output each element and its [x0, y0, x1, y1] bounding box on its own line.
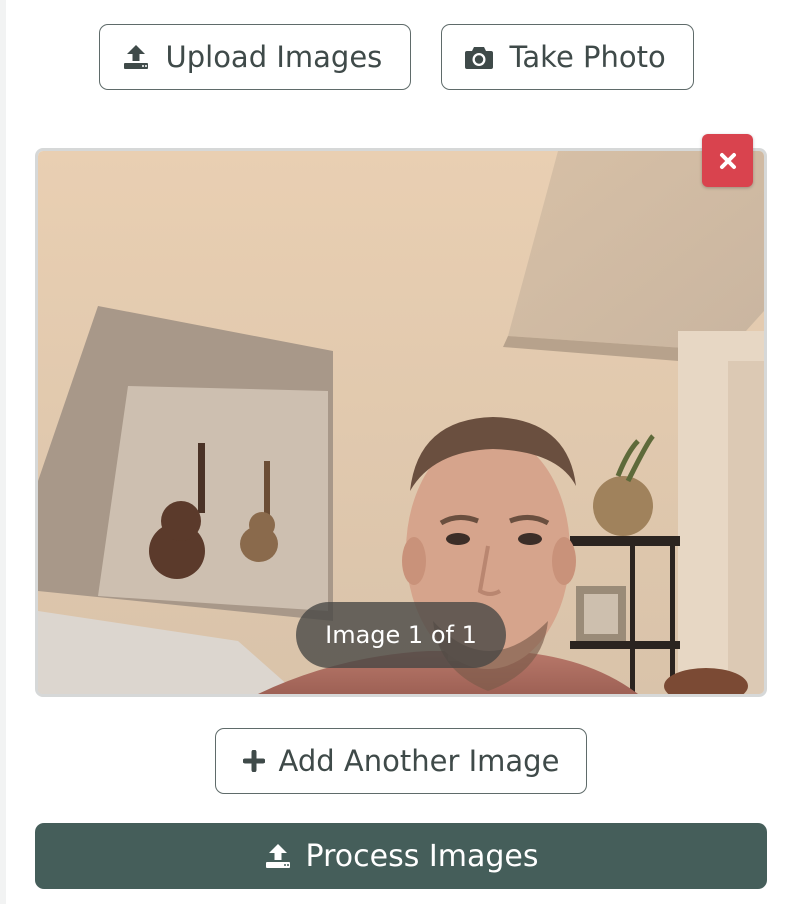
take-photo-button[interactable]: Take Photo [440, 24, 694, 90]
take-photo-label: Take Photo [509, 40, 666, 74]
image-counter-text: Image 1 of 1 [325, 621, 477, 649]
upload-images-label: Upload Images [165, 40, 383, 74]
upload-icon [264, 843, 292, 869]
plus-icon [242, 750, 265, 772]
process-images-button[interactable]: Process Images [35, 823, 767, 889]
image-counter: Image 1 of 1 [296, 602, 506, 668]
add-another-image-label: Add Another Image [278, 744, 560, 778]
page: Upload Images Take Photo Image 1 of 1 Ad… [0, 0, 792, 904]
upload-images-button[interactable]: Upload Images [98, 24, 411, 90]
add-another-image-button[interactable]: Add Another Image [215, 728, 587, 794]
top-toolbar: Upload Images Take Photo [0, 24, 792, 90]
camera-icon [464, 44, 494, 70]
upload-icon [122, 44, 150, 70]
remove-image-button[interactable] [702, 134, 753, 187]
left-edge [0, 0, 6, 904]
process-images-label: Process Images [305, 838, 539, 874]
close-icon [719, 152, 737, 170]
